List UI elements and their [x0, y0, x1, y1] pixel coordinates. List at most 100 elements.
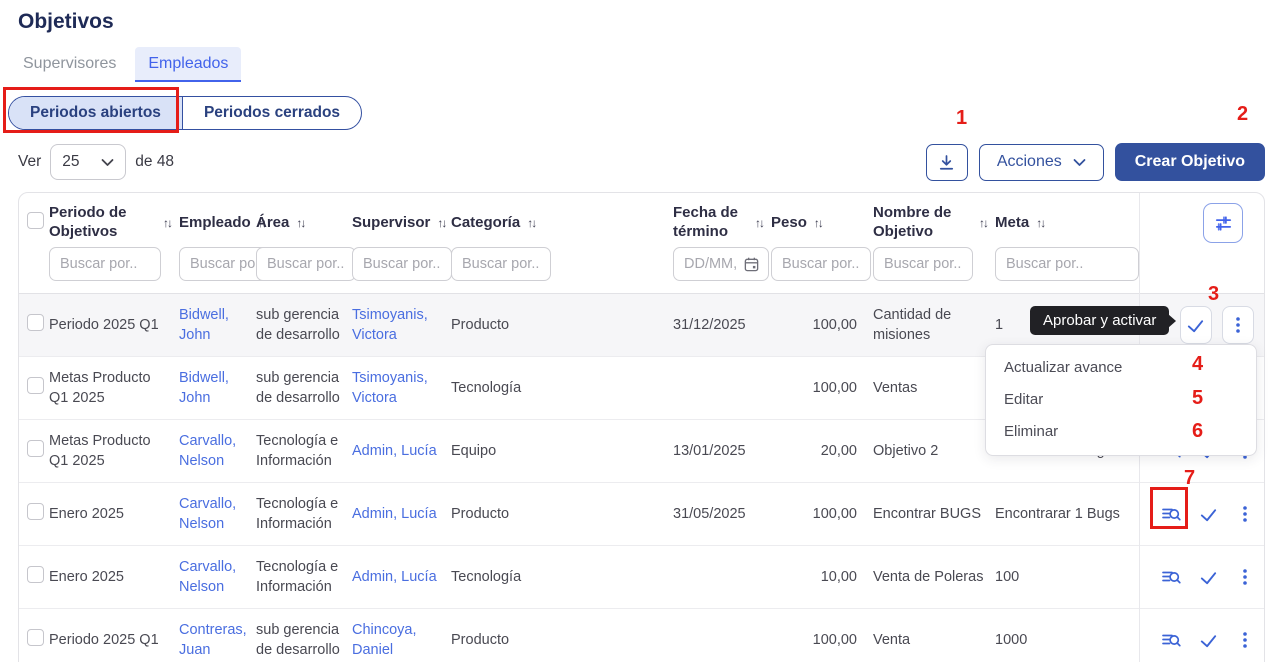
- kebab-menu-icon: [1235, 566, 1255, 588]
- approve-activate-button[interactable]: [1180, 306, 1212, 344]
- cell-periodo: Enero 2025: [49, 546, 179, 609]
- cell-periodo: Periodo 2025 Q1: [49, 294, 179, 357]
- empleado-link[interactable]: Contreras, Juan: [179, 622, 247, 658]
- page-size-select[interactable]: 25: [50, 144, 126, 180]
- empleado-link[interactable]: Carvallo, Nelson: [179, 559, 236, 595]
- objetivos-page: Objetivos Supervisores Empleados Periodo…: [0, 0, 1283, 662]
- list-controls: Ver 25 de 48 Acciones Crear Objetivo: [18, 143, 1265, 181]
- col-header-nombre[interactable]: Nombre de Objetivo: [873, 204, 972, 242]
- cell-meta: Encontrarar 1 Bugs: [995, 483, 1139, 546]
- annotation-number-1: 1: [956, 108, 967, 128]
- cell-area: Tecnología e Información: [256, 546, 352, 609]
- download-button[interactable]: [926, 144, 968, 181]
- cell-categoria: Equipo: [451, 420, 673, 483]
- search-periodo-input[interactable]: [49, 247, 161, 281]
- sort-icon[interactable]: ↑↓: [979, 216, 987, 231]
- col-header-empleado[interactable]: Empleado: [179, 214, 251, 233]
- empleado-link[interactable]: Carvallo, Nelson: [179, 496, 236, 532]
- menu-item-eliminar[interactable]: Eliminar: [986, 416, 1256, 448]
- kebab-menu-icon: [1235, 503, 1255, 525]
- cell-nombre: Venta de Poleras: [873, 546, 995, 609]
- row-checkbox[interactable]: [27, 503, 44, 520]
- annotation-number-2: 2: [1237, 104, 1248, 124]
- row-menu-button[interactable]: [1235, 629, 1255, 651]
- col-header-area[interactable]: Área: [256, 214, 289, 233]
- periodos-cerrados-pill[interactable]: Periodos cerrados: [183, 97, 361, 129]
- select-all-checkbox[interactable]: [27, 212, 44, 229]
- search-area-input[interactable]: [256, 247, 356, 281]
- sort-icon[interactable]: ↑↓: [437, 216, 445, 231]
- sort-icon[interactable]: ↑↓: [527, 216, 535, 231]
- cell-fecha: [673, 357, 771, 420]
- supervisor-link[interactable]: Tsimoyanis, Victora: [352, 370, 428, 406]
- cell-area: Tecnología e Información: [256, 420, 352, 483]
- supervisor-link[interactable]: Chincoya, Daniel: [352, 622, 416, 658]
- cell-fecha: 13/01/2025: [673, 420, 771, 483]
- search-supervisor-input[interactable]: [352, 247, 452, 281]
- sort-icon[interactable]: ↑↓: [814, 216, 822, 231]
- empleado-link[interactable]: Carvallo, Nelson: [179, 433, 236, 469]
- col-header-peso[interactable]: Peso: [771, 214, 807, 233]
- column-settings-button[interactable]: [1203, 203, 1243, 243]
- sort-icon[interactable]: ↑↓: [163, 216, 171, 231]
- row-menu-button[interactable]: [1222, 306, 1254, 344]
- annotation-number-5: 5: [1192, 388, 1203, 408]
- search-nombre-input[interactable]: [873, 247, 973, 281]
- row-checkbox[interactable]: [27, 629, 44, 646]
- cell-fecha: 31/12/2025: [673, 294, 771, 357]
- cell-nombre: Ventas: [873, 357, 995, 420]
- col-header-supervisor[interactable]: Supervisor: [352, 214, 430, 233]
- empleado-link[interactable]: Bidwell, John: [179, 370, 229, 406]
- col-header-periodo[interactable]: Periodo de Objetivos: [49, 204, 156, 242]
- row-checkbox[interactable]: [27, 314, 44, 331]
- annotation-box-view-detail-icon: [1150, 487, 1188, 529]
- cell-area: sub gerencia de desarrollo: [256, 357, 352, 420]
- approve-activate-button[interactable]: [1198, 504, 1219, 525]
- approve-activate-button[interactable]: [1198, 630, 1219, 651]
- tab-empleados[interactable]: Empleados: [135, 47, 241, 82]
- col-header-meta[interactable]: Meta: [995, 214, 1029, 233]
- row-checkbox[interactable]: [27, 377, 44, 394]
- check-icon: [1198, 504, 1219, 525]
- row-checkbox[interactable]: [27, 440, 44, 457]
- supervisor-link[interactable]: Admin, Lucía: [352, 443, 437, 459]
- cell-nombre: Venta: [873, 609, 995, 662]
- total-label: de 48: [135, 153, 174, 171]
- view-detail-button[interactable]: [1160, 566, 1182, 588]
- sort-icon[interactable]: ↑↓: [755, 216, 763, 231]
- search-meta-input[interactable]: [995, 247, 1139, 281]
- cell-fecha: [673, 546, 771, 609]
- cell-peso: 100,00: [771, 609, 873, 662]
- acciones-button[interactable]: Acciones: [979, 144, 1104, 181]
- supervisor-link[interactable]: Admin, Lucía: [352, 506, 437, 522]
- kebab-menu-icon: [1228, 314, 1248, 336]
- supervisor-link[interactable]: Admin, Lucía: [352, 569, 437, 585]
- menu-item-editar[interactable]: Editar: [986, 384, 1256, 416]
- row-checkbox[interactable]: [27, 566, 44, 583]
- row-menu-button[interactable]: [1235, 503, 1255, 525]
- supervisor-link[interactable]: Tsimoyanis, Victora: [352, 307, 428, 343]
- sort-icon[interactable]: ↑↓: [296, 216, 304, 231]
- annotation-number-3: 3: [1208, 284, 1219, 304]
- ver-label: Ver: [18, 153, 41, 171]
- cell-fecha: 31/05/2025: [673, 483, 771, 546]
- approve-activate-button[interactable]: [1198, 567, 1219, 588]
- col-header-fecha[interactable]: Fecha de término: [673, 204, 748, 242]
- cell-categoria: Tecnología: [451, 357, 673, 420]
- tab-supervisores[interactable]: Supervisores: [10, 47, 129, 82]
- kebab-menu-icon: [1235, 629, 1255, 651]
- empleado-link[interactable]: Bidwell, John: [179, 307, 229, 343]
- sort-icon[interactable]: ↑↓: [1036, 216, 1044, 231]
- search-categoria-input[interactable]: [451, 247, 551, 281]
- menu-item-actualizar-avance[interactable]: Actualizar avance: [986, 352, 1256, 384]
- row-context-menu: Actualizar avance Editar Eliminar: [985, 344, 1257, 456]
- search-peso-input[interactable]: [771, 247, 871, 281]
- view-detail-button[interactable]: [1160, 629, 1182, 651]
- calendar-icon[interactable]: [743, 256, 760, 273]
- col-header-categoria[interactable]: Categoría: [451, 214, 520, 233]
- crear-objetivo-button[interactable]: Crear Objetivo: [1115, 143, 1265, 181]
- search-fecha-date-input[interactable]: DD/MM,: [673, 247, 769, 281]
- row-menu-button[interactable]: [1235, 566, 1255, 588]
- cell-peso: 100,00: [771, 483, 873, 546]
- download-icon: [937, 153, 956, 172]
